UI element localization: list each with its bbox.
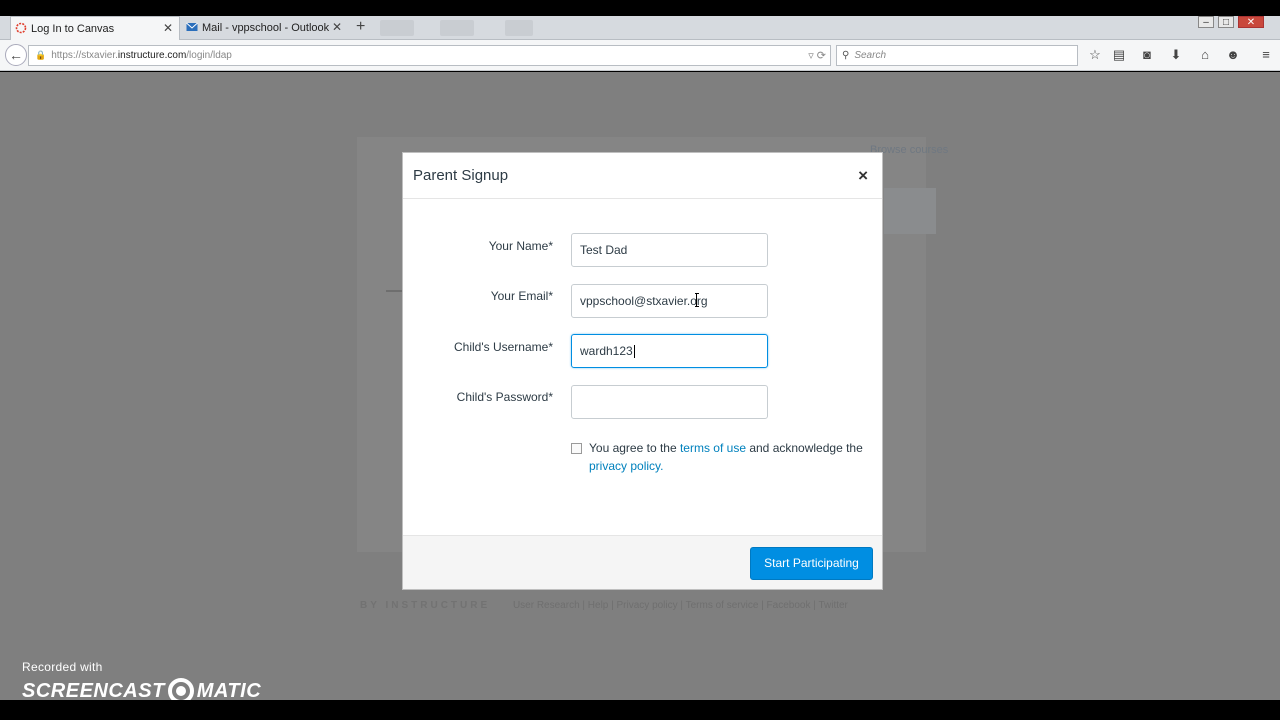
footer-brand: BY INSTRUCTURE (360, 600, 491, 611)
watermark-recorded-with: Recorded with (22, 660, 103, 674)
your-name-input[interactable]: Test Dad (571, 233, 768, 267)
child-password-input[interactable] (571, 385, 768, 419)
new-tab-icon[interactable]: + (356, 18, 365, 36)
close-icon[interactable]: × (858, 166, 868, 186)
dialog-header: Parent Signup × (403, 153, 882, 199)
search-icon: ⚲ (842, 50, 850, 61)
agree-text: You agree to the terms of use and acknow… (589, 439, 879, 475)
child-username-label: Child's Username* (454, 340, 553, 354)
url-bar[interactable]: 🔒 https://stxavier. instructure.com/login… (28, 45, 831, 66)
background-footer: BY INSTRUCTURE User Research | Help | Pr… (360, 600, 848, 611)
url-prefix: https://stxavier. (51, 50, 118, 61)
blurred-tab (380, 20, 414, 36)
reload-icon[interactable]: ▿ ⟳ (808, 49, 826, 62)
dialog-title: Parent Signup (413, 167, 509, 184)
window-close-icon[interactable]: ✕ (1238, 16, 1264, 28)
screencast-watermark: Recorded with SCREENCAST MATIC (22, 660, 261, 704)
text-caret (633, 345, 635, 359)
tab-label: Mail - vppschool - Outlook (202, 22, 330, 34)
child-password-label: Child's Password* (456, 390, 553, 404)
navigation-bar: ← 🔒 https://stxavier. instructure.com/log… (0, 40, 1280, 71)
dialog-footer: Start Participating (403, 535, 882, 589)
maximize-icon[interactable]: □ (1218, 16, 1234, 28)
terms-of-use-link[interactable]: terms of use (680, 441, 746, 455)
top-black-bar (0, 0, 1280, 16)
lock-icon: 🔒 (35, 50, 47, 60)
url-path: /login/ldap (186, 50, 232, 61)
tab-bar: Log In to Canvas ✕ Mail - vppschool - Ou… (0, 16, 1280, 40)
close-tab-icon[interactable]: ✕ (163, 22, 173, 34)
text-cursor-icon (695, 293, 699, 307)
screen: Log In to Canvas ✕ Mail - vppschool - Ou… (0, 0, 1280, 720)
your-email-value: vppschool@stxavier.org (580, 294, 708, 308)
search-input[interactable]: ⚲ Search (836, 45, 1078, 66)
background-button (884, 188, 936, 234)
tab-canvas-login[interactable]: Log In to Canvas ✕ (10, 16, 180, 40)
search-placeholder: Search (854, 50, 887, 61)
page-overlay[interactable]: Browse courses BY INSTRUCTURE User Resea… (0, 72, 1280, 700)
minimize-icon[interactable]: – (1198, 16, 1214, 28)
blurred-tab (440, 20, 474, 36)
your-name-value: Test Dad (580, 243, 628, 257)
agree-checkbox[interactable] (571, 443, 582, 454)
start-participating-button[interactable]: Start Participating (750, 547, 873, 580)
canvas-icon (15, 22, 27, 34)
tab-label: Log In to Canvas (31, 22, 115, 35)
blurred-tab (505, 20, 533, 36)
agree-suffix: . (660, 459, 664, 473)
tab-outlook-mail[interactable]: Mail - vppschool - Outlook ✕ (182, 16, 348, 40)
hello-chat-icon[interactable]: ☻ (1225, 47, 1241, 63)
bottom-black-bar (0, 700, 1280, 720)
url-domain: instructure.com (117, 50, 187, 61)
your-email-input[interactable]: vppschool@stxavier.org (571, 284, 768, 318)
close-tab-icon[interactable]: ✕ (332, 21, 342, 33)
menu-icon[interactable]: ≡ (1258, 47, 1274, 63)
reading-list-icon[interactable]: ▤ (1111, 47, 1127, 63)
privacy-policy-link[interactable]: privacy policy (589, 459, 660, 473)
back-arrow-icon[interactable]: ← (5, 44, 27, 66)
agree-middle: and acknowledge the (746, 441, 863, 455)
child-username-value: wardh123 (580, 344, 633, 358)
download-icon[interactable]: ⬇ (1168, 47, 1184, 63)
footer-links: User Research | Help | Privacy policy | … (512, 600, 848, 611)
bookmark-star-icon[interactable]: ☆ (1087, 47, 1103, 63)
child-username-input[interactable]: wardh123 (571, 334, 768, 368)
window-controls: – □ ✕ (1196, 16, 1266, 32)
pocket-icon[interactable]: ◙ (1139, 47, 1155, 63)
agree-prefix: You agree to the (589, 441, 680, 455)
home-icon[interactable]: ⌂ (1197, 47, 1213, 63)
background-divider (386, 290, 402, 292)
your-name-label: Your Name* (488, 239, 553, 253)
your-email-label: Your Email* (490, 289, 553, 303)
parent-signup-dialog: Parent Signup × Your Name* Test Dad Your… (402, 152, 883, 590)
mail-icon (186, 22, 198, 31)
